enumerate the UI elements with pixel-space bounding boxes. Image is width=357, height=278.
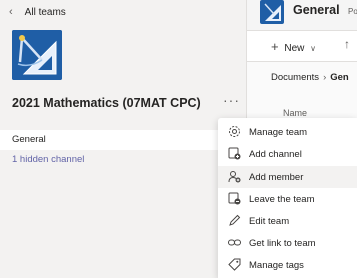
menu-item-label: Get link to team (249, 237, 316, 249)
plus-icon: + (271, 39, 279, 54)
menu-item-get-link[interactable]: Get link to team (218, 232, 357, 254)
menu-item-label: Manage team (249, 126, 308, 138)
tag-icon (228, 258, 241, 271)
menu-item-label: Add channel (249, 148, 302, 160)
new-button[interactable]: + New ∨ (271, 39, 316, 54)
more-options-button[interactable]: ··· (223, 92, 240, 108)
menu-item-add-channel[interactable]: Add channel (218, 143, 357, 165)
geometry-tools-icon (264, 3, 281, 21)
pencil-icon (229, 214, 241, 226)
name-column-header[interactable]: Name (283, 108, 307, 118)
add-member-icon (228, 171, 241, 183)
menu-item-label: Manage tags (249, 259, 304, 271)
new-label: New (284, 43, 305, 54)
all-teams-label: All teams (24, 6, 66, 18)
breadcrumb-current: Gen (330, 72, 349, 83)
team-panel: ‹ All teams 2021 Mathematics (07MAT CPC)… (0, 0, 247, 278)
channel-general[interactable]: General (0, 130, 246, 150)
chevron-down-icon: ∨ (310, 44, 317, 53)
gear-icon (229, 126, 240, 137)
all-teams-link[interactable]: ‹ All teams (9, 5, 66, 19)
hidden-channels-link[interactable]: 1 hidden channel (12, 154, 84, 165)
menu-item-label: Edit team (249, 215, 290, 227)
menu-item-manage-team[interactable]: Manage team (218, 121, 357, 143)
chevron-right-icon: › (323, 72, 327, 83)
files-toolbar: + New ∨ ↑ (247, 31, 357, 62)
menu-item-label: Leave the team (249, 193, 315, 205)
breadcrumb: Documents › Gen (271, 72, 349, 83)
breadcrumb-documents[interactable]: Documents (271, 72, 319, 83)
chevron-left-icon: ‹ (9, 5, 13, 18)
team-avatar[interactable] (12, 30, 62, 80)
leave-team-icon (228, 192, 241, 205)
menu-item-add-member[interactable]: Add member (218, 166, 357, 188)
menu-item-edit-team[interactable]: Edit team (218, 210, 357, 232)
menu-item-label: Add member (249, 171, 304, 183)
menu-item-leave-team[interactable]: Leave the team (218, 188, 357, 210)
geometry-tools-icon (12, 30, 62, 80)
upload-icon[interactable]: ↑ (344, 37, 350, 51)
posts-tab[interactable]: Po (348, 7, 357, 16)
team-options-menu: Manage team Add channel Add member Leave… (218, 118, 357, 278)
channel-title: General (293, 3, 340, 17)
team-name: 2021 Mathematics (07MAT CPC) (12, 96, 201, 110)
channel-header: General Po (247, 0, 357, 31)
add-channel-icon (228, 147, 241, 160)
team-avatar-small (260, 0, 284, 24)
menu-item-manage-tags[interactable]: Manage tags (218, 254, 357, 276)
link-icon (228, 239, 241, 246)
